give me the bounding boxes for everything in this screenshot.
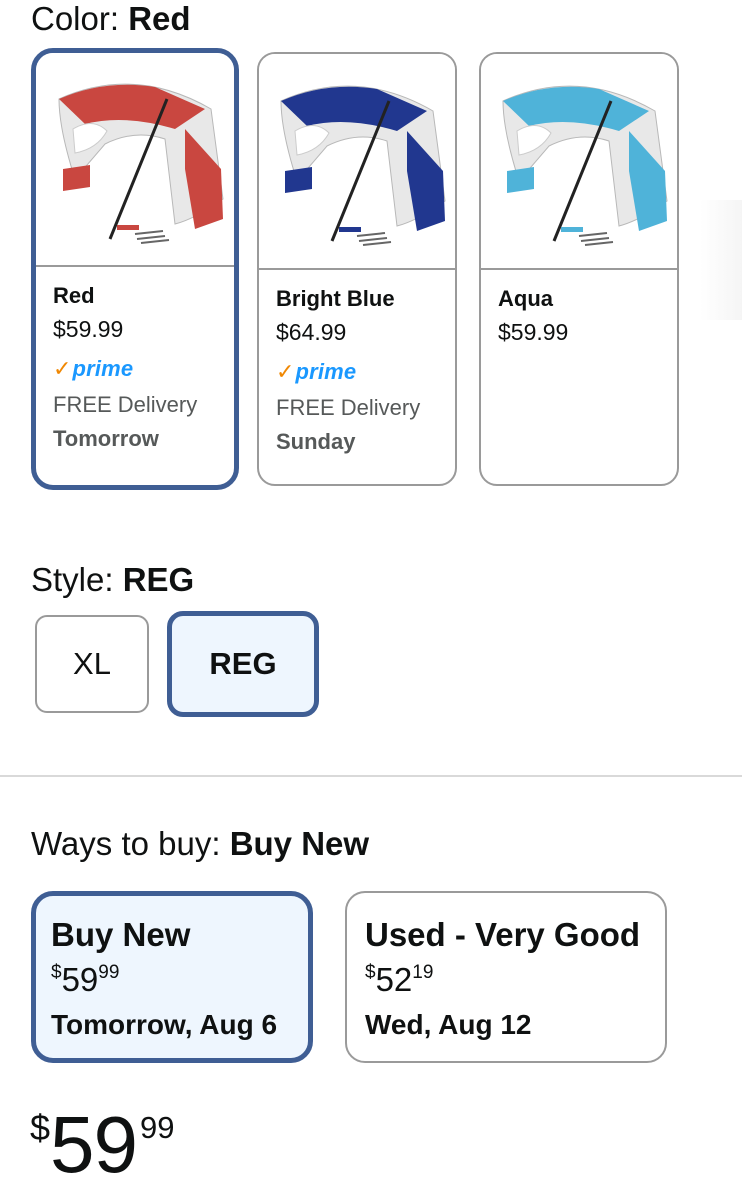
next-swatch-peek[interactable] xyxy=(700,200,742,320)
price-fraction: 99 xyxy=(140,1110,175,1145)
color-swatch-bright-blue[interactable]: Bright Blue $64.99 ✓ prime FREE Delivery… xyxy=(257,52,457,486)
style-option-reg[interactable]: REG xyxy=(167,611,319,717)
selected-style-value: REG xyxy=(122,561,195,598)
selected-buy-option: Buy New xyxy=(229,825,370,862)
main-price: $ 59 99 xyxy=(30,1100,175,1190)
price-currency: $ xyxy=(30,1107,51,1148)
style-option-label: XL xyxy=(73,646,111,681)
swatch-price: $59.99 xyxy=(498,319,569,345)
style-option-xl[interactable]: XL xyxy=(35,615,149,713)
swatch-name: Bright Blue xyxy=(276,286,395,311)
delivery-day: Tomorrow xyxy=(53,426,159,451)
buy-option-delivery: Tomorrow, Aug 6 xyxy=(51,1009,278,1040)
buy-option-price: $ 52 19 xyxy=(365,961,434,998)
buy-option-new[interactable]: Buy New $ 59 99 Tomorrow, Aug 6 xyxy=(31,891,313,1063)
color-swatch-red[interactable]: Red $59.99 ✓ prime FREE Delivery Tomorro… xyxy=(31,48,239,490)
swatch-name: Red xyxy=(53,283,95,308)
delivery-text: FREE Delivery xyxy=(276,395,421,420)
buy-option-used-very-good[interactable]: Used - Very Good $ 52 19 Wed, Aug 12 xyxy=(345,891,667,1063)
product-image-bright-blue xyxy=(259,54,455,270)
color-label: Color: Red xyxy=(31,0,191,37)
product-image-red xyxy=(36,53,234,267)
selected-color-value: Red xyxy=(128,0,191,37)
style-label: Style: REG xyxy=(31,561,195,598)
product-image-aqua xyxy=(481,54,677,270)
ways-to-buy-label: Ways to buy: Buy New xyxy=(31,825,370,862)
buy-option-title: Buy New xyxy=(51,916,191,953)
color-swatch-aqua[interactable]: Aqua $59.99 xyxy=(479,52,679,486)
prime-check-icon: ✓ xyxy=(276,359,295,384)
swatch-name: Aqua xyxy=(498,286,553,311)
prime-badge: ✓ prime xyxy=(276,357,455,387)
buy-option-price: $ 59 99 xyxy=(51,961,120,998)
swatch-price: $64.99 xyxy=(276,319,347,345)
price-whole: 59 xyxy=(50,1100,138,1189)
section-divider xyxy=(0,775,742,777)
prime-logo-text: prime xyxy=(72,356,134,381)
buy-option-delivery: Wed, Aug 12 xyxy=(365,1009,532,1040)
swatch-price: $59.99 xyxy=(53,316,124,342)
prime-logo-text: prime xyxy=(295,359,357,384)
style-option-label: REG xyxy=(209,646,277,681)
delivery-text: FREE Delivery xyxy=(53,392,198,417)
delivery-day: Sunday xyxy=(276,429,356,454)
buy-option-title: Used - Very Good xyxy=(365,916,641,953)
prime-check-icon: ✓ xyxy=(53,356,72,381)
prime-badge: ✓ prime xyxy=(53,354,234,384)
